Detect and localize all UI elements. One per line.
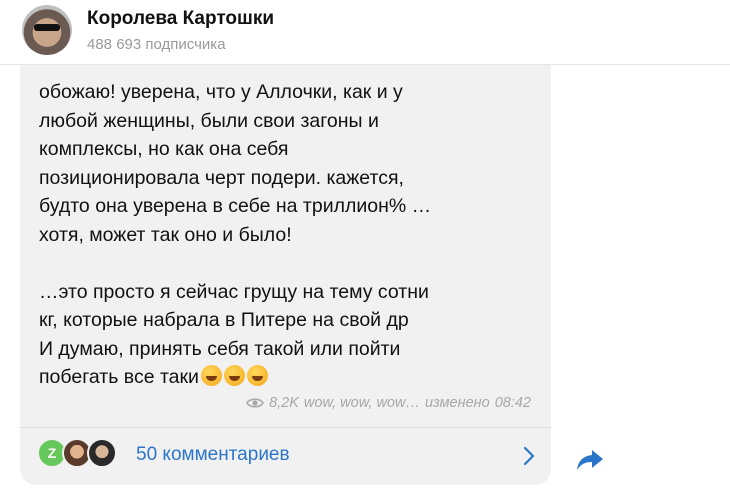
- eye-icon: [246, 398, 265, 408]
- rolling-laughing-emoji-icon: [223, 365, 245, 386]
- view-count: 8,2K: [269, 395, 299, 411]
- post-meta: 8,2K wow, wow, wow… изменено 08:42: [246, 395, 531, 411]
- rolling-laughing-emoji-icon: [246, 365, 268, 386]
- comments-count-label: 50 комментариев: [136, 444, 290, 465]
- subscriber-count: 488 693 подписчика: [87, 36, 226, 53]
- post-bubble: обожаю! уверена, что у Аллочки, как и у …: [20, 65, 551, 485]
- emoji-group: [199, 365, 268, 388]
- channel-title[interactable]: Королева Картошки: [87, 8, 274, 30]
- post-signature: wow, wow, wow…: [303, 395, 420, 411]
- post-text: обожаю! уверена, что у Аллочки, как и у …: [39, 78, 539, 392]
- comments-button[interactable]: Z 50 комментариев: [20, 428, 551, 485]
- chevron-right-icon: [523, 446, 535, 466]
- post-text-body: обожаю! уверена, что у Аллочки, как и у …: [39, 81, 432, 388]
- avatar-glasses: [34, 24, 60, 31]
- rolling-laughing-emoji-icon: [200, 365, 222, 386]
- edited-label: изменено: [424, 395, 490, 411]
- post-time: 08:42: [494, 395, 531, 411]
- commenter-avatar: [87, 438, 117, 468]
- message-feed: обожаю! уверена, что у Аллочки, как и у …: [0, 65, 730, 491]
- channel-avatar[interactable]: [22, 5, 72, 55]
- channel-header: Королева Картошки 488 693 подписчика: [0, 0, 730, 65]
- share-icon[interactable]: [576, 448, 604, 472]
